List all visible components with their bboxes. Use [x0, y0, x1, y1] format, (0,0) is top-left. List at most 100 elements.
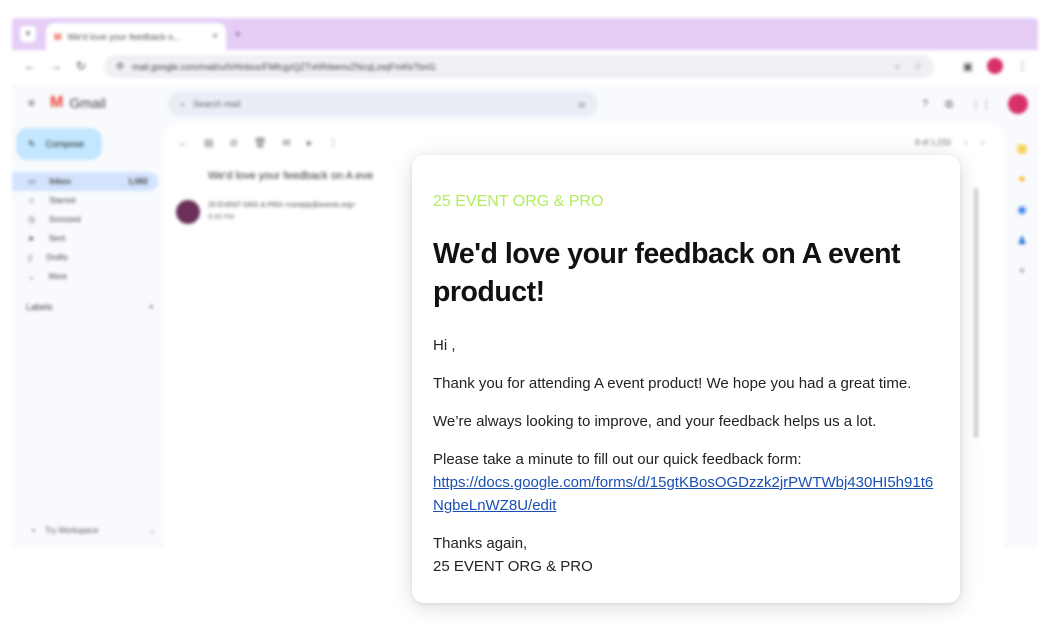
sidebar-item-snoozed[interactable]: ◷ Snoozed	[12, 210, 158, 229]
bookmark-star-icon[interactable]: ☆	[914, 61, 922, 72]
delete-icon[interactable]: 🗑	[254, 138, 267, 149]
sidebar-item-label: Starred	[49, 196, 76, 205]
search-icon[interactable]: ⌕	[180, 99, 185, 110]
contacts-icon[interactable]: ♟	[1017, 234, 1027, 247]
browser-tab[interactable]: M We'd love your feedback o... ×	[46, 23, 226, 50]
arrow-right-icon: →	[148, 526, 156, 535]
sidebar-item-label: Sent	[48, 234, 66, 243]
sender-line: 25 EVENT ORG & PRO <noreply@events.org>	[208, 202, 355, 209]
feedback-form-link[interactable]: https://docs.google.com/forms/d/15gtKBos…	[433, 474, 933, 514]
reload-icon[interactable]: ↻	[76, 59, 86, 73]
unread-count: 1,082	[127, 177, 148, 186]
back-icon[interactable]: ←	[178, 138, 188, 149]
side-panel-rail: ▦ ● ◉ ♟ +	[1006, 124, 1038, 548]
search-options-icon[interactable]: ⚌	[578, 99, 586, 110]
browser-toolbar: ← → ↻ ⚙ mail.google.com/mail/u/0/#inbox/…	[12, 50, 1038, 84]
gmail-favicon-icon: M	[54, 31, 62, 42]
account-avatar[interactable]	[1008, 94, 1028, 114]
archive-icon[interactable]: ▤	[204, 138, 213, 149]
main-menu-icon[interactable]: ≡	[28, 96, 35, 110]
settings-gear-icon[interactable]: ⚙	[944, 98, 954, 111]
gmail-header: ≡ M Gmail ⌕ Search mail ⚌ ? ⚙ ⋮⋮	[12, 84, 1038, 124]
email-greeting: Hi ,	[433, 337, 456, 354]
search-mail-input[interactable]: ⌕ Search mail ⚌	[168, 91, 598, 117]
pencil-icon: ✎	[28, 138, 36, 149]
email-paragraph-form: Please take a minute to fill out our qui…	[433, 448, 940, 517]
tab-title: We'd love your feedback o...	[67, 31, 181, 42]
search-placeholder: Search mail	[193, 99, 241, 109]
draft-icon: ▯	[28, 253, 33, 262]
clock-icon: ◷	[28, 215, 35, 224]
gmail-logo[interactable]: M Gmail	[50, 94, 106, 112]
address-bar-url: mail.google.com/mail/u/0/#inbox/FMfcgzQZ…	[132, 61, 436, 72]
labels-heading: Labels +	[26, 302, 154, 312]
email-preview-card: 25 EVENT ORG & PRO We'd love your feedba…	[412, 155, 960, 603]
message-toolbar: ← ▤ ⊘ 🗑 ✉ ▸ ⋮	[178, 138, 338, 149]
gmail-wordmark: Gmail	[69, 95, 106, 111]
email-paragraph-improve: We’re always looking to improve, and you…	[433, 413, 877, 430]
star-icon: ☆	[28, 196, 36, 205]
move-to-icon[interactable]: ▸	[307, 138, 312, 149]
try-workspace-label: Try Workspace	[44, 526, 99, 535]
tasks-icon[interactable]: ◉	[1017, 203, 1027, 216]
compose-button[interactable]: ✎ Compose	[16, 128, 102, 160]
workspace-icon: ▪	[32, 526, 35, 535]
email-title: We'd love your feedback on A event produ…	[433, 238, 901, 308]
tab-search-icon[interactable]: ▾	[20, 26, 36, 42]
report-spam-icon[interactable]: ⊘	[229, 138, 237, 149]
sidebar-item-inbox[interactable]: ▭ Inbox 1,082	[12, 172, 158, 191]
prev-page-icon[interactable]: ‹	[965, 138, 968, 147]
sidebar-item-starred[interactable]: ☆ Starred	[12, 191, 158, 210]
message-time: 8:46 PM	[208, 214, 235, 221]
back-arrow-icon[interactable]: ←	[24, 59, 36, 73]
next-page-icon[interactable]: ›	[981, 138, 984, 147]
signoff-text: Thanks again,	[433, 535, 528, 552]
email-paragraph-thanks: Thank you for attending A event product!…	[433, 375, 912, 392]
compose-label: Compose	[45, 139, 85, 149]
message-subject: We'd love your feedback on A eve	[208, 170, 374, 182]
sidebar-item-label: Drafts	[46, 253, 68, 262]
inbox-icon: ▭	[28, 177, 36, 186]
sidebar-nav: ▭ Inbox 1,082 ☆ Starred ◷ Snoozed ➤ Sent	[12, 172, 158, 286]
sender-name: 25 EVENT ORG & PRO	[208, 202, 283, 209]
forward-arrow-icon[interactable]: →	[50, 59, 62, 73]
sidebar-item-label: Inbox	[49, 177, 71, 186]
tab-close-icon[interactable]: ×	[212, 31, 218, 42]
apps-grid-icon[interactable]: ⋮⋮	[970, 98, 992, 111]
add-label-icon[interactable]: +	[149, 302, 154, 312]
try-workspace-link[interactable]: ▪ Try Workspace →	[32, 526, 156, 535]
sidebar-item-drafts[interactable]: ▯ Drafts	[12, 248, 158, 267]
add-addon-icon[interactable]: +	[1019, 265, 1025, 277]
sidebar-item-more[interactable]: ⌄ More	[12, 267, 158, 286]
sender-avatar[interactable]	[176, 200, 200, 224]
sidebar-item-sent[interactable]: ➤ Sent	[12, 229, 158, 248]
send-icon: ➤	[28, 234, 35, 243]
sender-email: <noreply@events.org>	[284, 202, 356, 209]
pagination: 8 of 1,233 ‹ ›	[915, 138, 984, 147]
signature-text: 25 EVENT ORG & PRO	[433, 558, 593, 575]
scrollbar[interactable]	[974, 188, 978, 438]
tab-strip: ▾ M We'd love your feedback o... × +	[12, 18, 1038, 50]
sidebar-item-label: Snoozed	[48, 215, 81, 224]
address-bar[interactable]: ⚙ mail.google.com/mail/u/0/#inbox/FMfcgz…	[104, 55, 934, 78]
site-info-icon[interactable]: ⚙	[116, 61, 124, 72]
keep-icon[interactable]: ●	[1019, 173, 1026, 185]
profile-avatar[interactable]	[987, 58, 1003, 74]
calendar-icon[interactable]: ▦	[1017, 142, 1027, 155]
gmail-m-icon: M	[50, 94, 64, 111]
labels-heading-text: Labels	[26, 302, 53, 312]
form-request-text: Please take a minute to fill out our qui…	[433, 451, 802, 468]
help-icon[interactable]: ?	[922, 98, 928, 110]
new-tab-button[interactable]: +	[234, 26, 242, 41]
sender-org-heading: 25 EVENT ORG & PRO	[433, 193, 604, 210]
zoom-icon[interactable]: ⌕	[895, 61, 900, 72]
browser-menu-icon[interactable]: ⋮	[1017, 60, 1028, 73]
sidebar-item-label: More	[48, 272, 67, 281]
mark-unread-icon[interactable]: ✉	[283, 138, 291, 149]
chevron-down-icon: ⌄	[28, 272, 35, 281]
screen: ▾ M We'd love your feedback o... × + ← →…	[0, 0, 1048, 622]
pagination-text: 8 of 1,233	[915, 138, 951, 147]
extensions-icon[interactable]: ▣	[963, 60, 973, 73]
more-options-icon[interactable]: ⋮	[328, 138, 338, 149]
email-signoff: Thanks again, 25 EVENT ORG & PRO	[433, 532, 940, 578]
